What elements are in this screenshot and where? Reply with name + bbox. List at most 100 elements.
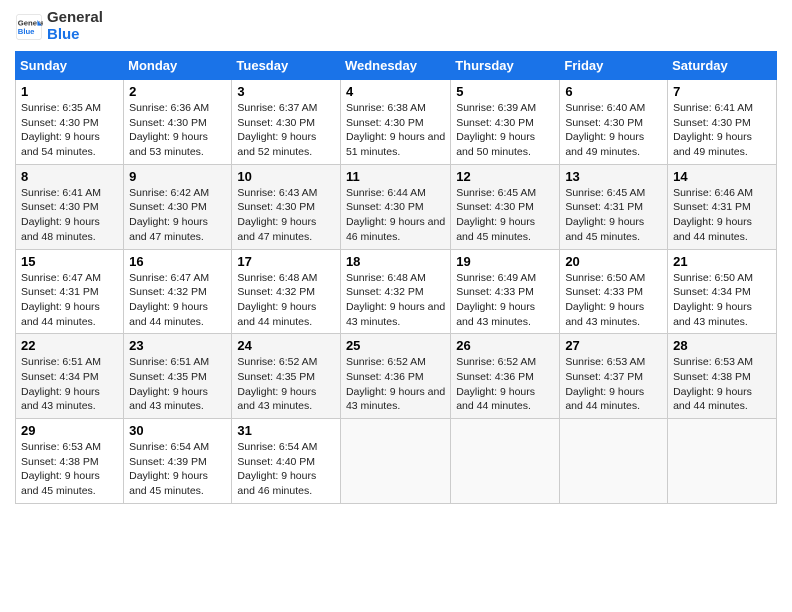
calendar-cell: 26 Sunrise: 6:52 AMSunset: 4:36 PMDayligh…	[451, 334, 560, 419]
day-header-saturday: Saturday	[668, 52, 777, 80]
week-row-3: 15 Sunrise: 6:47 AMSunset: 4:31 PMDayligh…	[16, 249, 777, 334]
calendar-cell: 28 Sunrise: 6:53 AMSunset: 4:38 PMDayligh…	[668, 334, 777, 419]
calendar-cell: 8 Sunrise: 6:41 AMSunset: 4:30 PMDaylight…	[16, 164, 124, 249]
day-number: 31	[237, 423, 335, 438]
day-info: Sunrise: 6:41 AMSunset: 4:30 PMDaylight:…	[673, 101, 771, 160]
day-header-sunday: Sunday	[16, 52, 124, 80]
day-info: Sunrise: 6:52 AMSunset: 4:35 PMDaylight:…	[237, 355, 335, 414]
day-info: Sunrise: 6:53 AMSunset: 4:37 PMDaylight:…	[565, 355, 662, 414]
day-number: 3	[237, 84, 335, 99]
day-number: 13	[565, 169, 662, 184]
day-number: 29	[21, 423, 118, 438]
calendar-header-row: SundayMondayTuesdayWednesdayThursdayFrid…	[16, 52, 777, 80]
day-number: 24	[237, 338, 335, 353]
day-header-thursday: Thursday	[451, 52, 560, 80]
day-header-friday: Friday	[560, 52, 668, 80]
day-number: 19	[456, 254, 554, 269]
day-number: 26	[456, 338, 554, 353]
day-info: Sunrise: 6:39 AMSunset: 4:30 PMDaylight:…	[456, 101, 554, 160]
calendar-cell: 7 Sunrise: 6:41 AMSunset: 4:30 PMDaylight…	[668, 80, 777, 165]
day-number: 12	[456, 169, 554, 184]
calendar-cell: 19 Sunrise: 6:49 AMSunset: 4:33 PMDayligh…	[451, 249, 560, 334]
calendar-cell: 6Sunrise: 6:40 AMSunset: 4:30 PMDaylight…	[560, 80, 668, 165]
calendar-cell: 5Sunrise: 6:39 AMSunset: 4:30 PMDaylight…	[451, 80, 560, 165]
day-number: 27	[565, 338, 662, 353]
calendar-cell	[668, 419, 777, 504]
calendar-cell: 18 Sunrise: 6:48 AMSunset: 4:32 PMDayligh…	[340, 249, 450, 334]
day-number: 30	[129, 423, 226, 438]
logo-blue: Blue	[47, 27, 103, 44]
day-info: Sunrise: 6:48 AMSunset: 4:32 PMDaylight:…	[346, 271, 445, 330]
calendar-cell: 12 Sunrise: 6:45 AMSunset: 4:30 PMDayligh…	[451, 164, 560, 249]
day-info: Sunrise: 6:47 AMSunset: 4:31 PMDaylight:…	[21, 271, 118, 330]
day-info: Sunrise: 6:51 AMSunset: 4:35 PMDaylight:…	[129, 355, 226, 414]
day-info: Sunrise: 6:52 AMSunset: 4:36 PMDaylight:…	[346, 355, 445, 414]
day-info: Sunrise: 6:45 AMSunset: 4:30 PMDaylight:…	[456, 186, 554, 245]
calendar-cell: 14Sunrise: 6:46 AMSunset: 4:31 PMDayligh…	[668, 164, 777, 249]
calendar-cell: 1 Sunrise: 6:35 AMSunset: 4:30 PMDaylight…	[16, 80, 124, 165]
day-info: Sunrise: 6:52 AMSunset: 4:36 PMDaylight:…	[456, 355, 554, 414]
day-number: 2	[129, 84, 226, 99]
day-number: 23	[129, 338, 226, 353]
day-info: Sunrise: 6:43 AMSunset: 4:30 PMDaylight:…	[237, 186, 335, 245]
day-info: Sunrise: 6:47 AMSunset: 4:32 PMDaylight:…	[129, 271, 226, 330]
day-number: 25	[346, 338, 445, 353]
day-number: 1	[21, 84, 118, 99]
day-info: Sunrise: 6:44 AMSunset: 4:30 PMDaylight:…	[346, 186, 445, 245]
svg-text:Blue: Blue	[18, 27, 35, 36]
calendar-cell: 21Sunrise: 6:50 AMSunset: 4:34 PMDayligh…	[668, 249, 777, 334]
week-row-1: 1 Sunrise: 6:35 AMSunset: 4:30 PMDaylight…	[16, 80, 777, 165]
calendar-cell: 2 Sunrise: 6:36 AMSunset: 4:30 PMDaylight…	[124, 80, 232, 165]
day-number: 4	[346, 84, 445, 99]
calendar-cell: 20 Sunrise: 6:50 AMSunset: 4:33 PMDayligh…	[560, 249, 668, 334]
day-number: 8	[21, 169, 118, 184]
calendar-cell: 29Sunrise: 6:53 AMSunset: 4:38 PMDayligh…	[16, 419, 124, 504]
day-info: Sunrise: 6:45 AMSunset: 4:31 PMDaylight:…	[565, 186, 662, 245]
calendar-cell: 13 Sunrise: 6:45 AMSunset: 4:31 PMDayligh…	[560, 164, 668, 249]
header: General Blue General Blue	[15, 10, 777, 43]
logo: General Blue General Blue	[15, 10, 103, 43]
day-number: 16	[129, 254, 226, 269]
day-info: Sunrise: 6:48 AMSunset: 4:32 PMDaylight:…	[237, 271, 335, 330]
day-header-tuesday: Tuesday	[232, 52, 341, 80]
day-info: Sunrise: 6:40 AMSunset: 4:30 PMDaylight:…	[565, 101, 662, 160]
day-info: Sunrise: 6:42 AMSunset: 4:30 PMDaylight:…	[129, 186, 226, 245]
week-row-5: 29Sunrise: 6:53 AMSunset: 4:38 PMDayligh…	[16, 419, 777, 504]
day-number: 28	[673, 338, 771, 353]
calendar-cell: 3Sunrise: 6:37 AMSunset: 4:30 PMDaylight…	[232, 80, 341, 165]
calendar: SundayMondayTuesdayWednesdayThursdayFrid…	[15, 51, 777, 504]
logo-icon: General Blue	[15, 13, 43, 41]
calendar-cell: 23 Sunrise: 6:51 AMSunset: 4:35 PMDayligh…	[124, 334, 232, 419]
day-number: 10	[237, 169, 335, 184]
day-info: Sunrise: 6:41 AMSunset: 4:30 PMDaylight:…	[21, 186, 118, 245]
day-number: 21	[673, 254, 771, 269]
calendar-cell: 24 Sunrise: 6:52 AMSunset: 4:35 PMDayligh…	[232, 334, 341, 419]
day-info: Sunrise: 6:38 AMSunset: 4:30 PMDaylight:…	[346, 101, 445, 160]
calendar-cell: 27 Sunrise: 6:53 AMSunset: 4:37 PMDayligh…	[560, 334, 668, 419]
logo-general: General	[47, 10, 103, 27]
day-number: 22	[21, 338, 118, 353]
day-number: 11	[346, 169, 445, 184]
day-number: 7	[673, 84, 771, 99]
day-number: 20	[565, 254, 662, 269]
calendar-cell: 10 Sunrise: 6:43 AMSunset: 4:30 PMDayligh…	[232, 164, 341, 249]
page: General Blue General Blue SundayMondayTu…	[0, 0, 792, 519]
day-info: Sunrise: 6:36 AMSunset: 4:30 PMDaylight:…	[129, 101, 226, 160]
day-number: 17	[237, 254, 335, 269]
calendar-cell	[451, 419, 560, 504]
calendar-cell: 22Sunrise: 6:51 AMSunset: 4:34 PMDayligh…	[16, 334, 124, 419]
day-header-monday: Monday	[124, 52, 232, 80]
day-info: Sunrise: 6:53 AMSunset: 4:38 PMDaylight:…	[673, 355, 771, 414]
day-number: 14	[673, 169, 771, 184]
week-row-2: 8 Sunrise: 6:41 AMSunset: 4:30 PMDaylight…	[16, 164, 777, 249]
calendar-cell: 9Sunrise: 6:42 AMSunset: 4:30 PMDaylight…	[124, 164, 232, 249]
day-number: 18	[346, 254, 445, 269]
calendar-cell: 4 Sunrise: 6:38 AMSunset: 4:30 PMDaylight…	[340, 80, 450, 165]
day-info: Sunrise: 6:49 AMSunset: 4:33 PMDaylight:…	[456, 271, 554, 330]
calendar-cell: 25 Sunrise: 6:52 AMSunset: 4:36 PMDayligh…	[340, 334, 450, 419]
calendar-cell: 11 Sunrise: 6:44 AMSunset: 4:30 PMDayligh…	[340, 164, 450, 249]
calendar-cell: 15 Sunrise: 6:47 AMSunset: 4:31 PMDayligh…	[16, 249, 124, 334]
day-info: Sunrise: 6:35 AMSunset: 4:30 PMDaylight:…	[21, 101, 118, 160]
day-info: Sunrise: 6:50 AMSunset: 4:33 PMDaylight:…	[565, 271, 662, 330]
day-number: 15	[21, 254, 118, 269]
